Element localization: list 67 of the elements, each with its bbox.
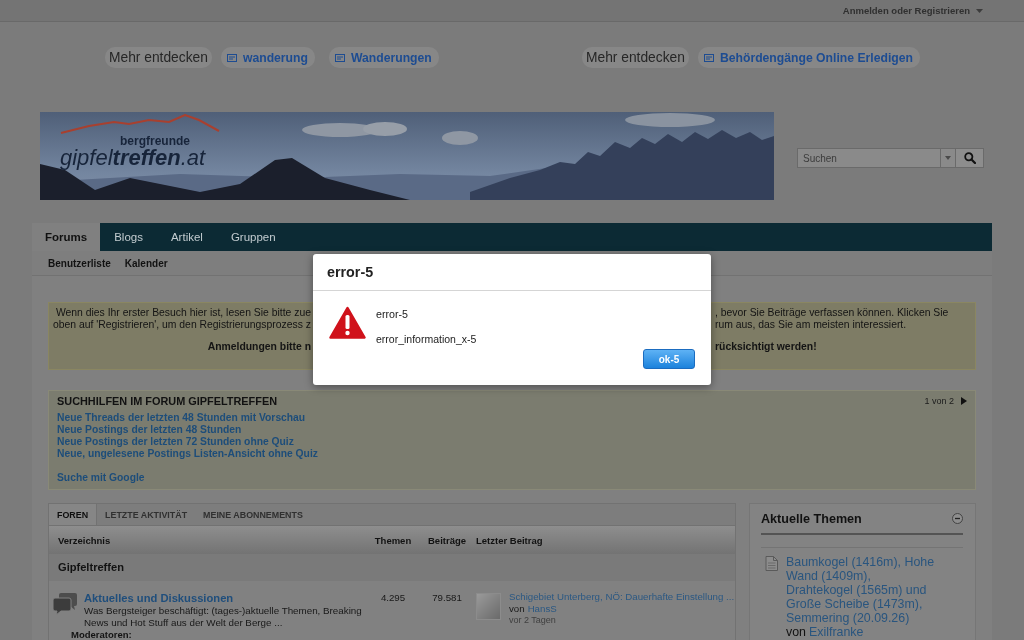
subnav-link[interactable]: Kalender xyxy=(124,257,168,269)
page-counter: 1 von 2 xyxy=(924,396,954,406)
forum-tab[interactable]: LETZTE AKTIVITÄT xyxy=(97,504,196,525)
search-help-link[interactable]: Neue Threads der letzten 48 Stunden mit Vorschau xyxy=(57,412,306,424)
logo-tagline: bergfreunde xyxy=(120,135,190,148)
last-post-link[interactable]: Schigebiet Unterberg, NÖ: Dauerhafte Einstellung ... xyxy=(509,591,735,603)
warning-icon xyxy=(329,306,366,339)
card-icon xyxy=(334,53,345,62)
search-help-link[interactable]: Suche mit Google xyxy=(57,472,145,484)
column-header: Themen xyxy=(373,534,413,546)
forum-title-link[interactable]: Aktuelles und Diskussionen xyxy=(84,591,368,605)
collapse-icon[interactable] xyxy=(952,513,963,524)
thread-count: 4.295 xyxy=(379,591,407,605)
nav-tab[interactable]: Forums xyxy=(32,223,101,251)
search-icon xyxy=(963,152,976,164)
caret-icon[interactable] xyxy=(976,8,983,13)
notice-text: , bevor Sie Beiträge verfassen können. Klicken Sie xyxy=(715,307,950,319)
subnav-link[interactable]: Benutzerliste xyxy=(48,257,111,269)
card-icon xyxy=(226,53,237,62)
notice-text: oben auf 'Registrieren', um den Registrierungsprozess z xyxy=(51,319,311,331)
account-link[interactable]: Anmelden oder Registrieren xyxy=(842,5,970,16)
author-link[interactable]: Exilfranke xyxy=(809,625,864,639)
panel-title: SUCHHILFEN IM FORUM GIPFELTREFFEN xyxy=(57,395,278,407)
forum-tab[interactable]: FOREN xyxy=(49,504,98,525)
notice-text: Anmeldungen bitte n xyxy=(206,341,311,353)
caret-icon xyxy=(945,156,951,160)
moderators-label: Moderatoren: xyxy=(71,629,132,640)
post-count: 79.581 xyxy=(431,591,463,605)
notice-text: rücksichtigt werden! xyxy=(715,341,818,353)
search-help-link[interactable]: Neue, ungelesene Postings Listen-Ansicht ohne Quiz xyxy=(57,448,318,460)
post-time: vor 2 Tagen xyxy=(509,615,557,626)
category-title: Gipfeltreffen xyxy=(49,554,735,581)
by-label: von xyxy=(786,625,806,639)
speech-bubbles-icon xyxy=(52,591,78,617)
card-icon xyxy=(703,53,714,62)
ad-link[interactable]: wanderung xyxy=(220,47,315,68)
notice-text: rum aus, das Sie am meisten interessiert. xyxy=(715,319,908,331)
search-help-link[interactable]: Neue Postings der letzten 48 Stunden xyxy=(57,424,242,436)
next-arrow-icon[interactable] xyxy=(961,397,967,405)
author-link[interactable]: HansS xyxy=(527,603,557,615)
forum-tab[interactable]: MEINE ABONNEMENTS xyxy=(195,504,311,525)
panel-title: Aktuelle Themen xyxy=(761,511,862,526)
notice-text: Wenn dies Ihr erster Besuch hier ist, lesen Sie bitte zue xyxy=(54,307,311,319)
ad-label: Mehr entdecken xyxy=(105,47,212,68)
nav-tab[interactable]: Artikel xyxy=(156,223,217,251)
nav-tab[interactable]: Gruppen xyxy=(216,223,290,251)
topic-link[interactable]: Baumkogel (1416m), Hohe Wand (1409m), Drahtekogel (1565m) und Große Scheibe (1473m), Semmering (20.09.26) xyxy=(786,555,937,625)
search-button[interactable] xyxy=(956,148,984,168)
ad-link[interactable]: Behördengänge Online Erledigen xyxy=(697,47,920,68)
search-help-link[interactable]: Neue Postings der letzten 72 Stunden ohne Quiz xyxy=(57,436,294,448)
dropdown-button[interactable] xyxy=(940,148,956,168)
column-header: Beiträge xyxy=(427,534,467,546)
nav-tab[interactable]: Blogs xyxy=(100,223,157,251)
dialog-message: error-5 xyxy=(376,308,410,320)
dialog-title: error-5 xyxy=(313,254,711,291)
search-field[interactable]: Suchen xyxy=(797,148,940,168)
dialog-detail: error_information_x-5 xyxy=(376,333,477,345)
avatar-photo xyxy=(476,593,501,620)
column-header: Letzter Beitrag xyxy=(476,534,544,546)
logo-peaks-icon xyxy=(60,114,220,134)
forum-description: Was Bergsteiger beschäftigt: (tages-)aktuelle Themen, Breaking News und Hot Stuff aus der Welt der Berge ... xyxy=(84,605,363,629)
column-header: Verzeichnis xyxy=(57,534,112,546)
by-label: von xyxy=(509,603,525,615)
ad-label: Mehr entdecken xyxy=(582,47,689,68)
ad-link[interactable]: Wanderungen xyxy=(328,47,439,68)
document-icon xyxy=(765,556,778,571)
ok-button[interactable]: ok-5 xyxy=(643,349,695,369)
